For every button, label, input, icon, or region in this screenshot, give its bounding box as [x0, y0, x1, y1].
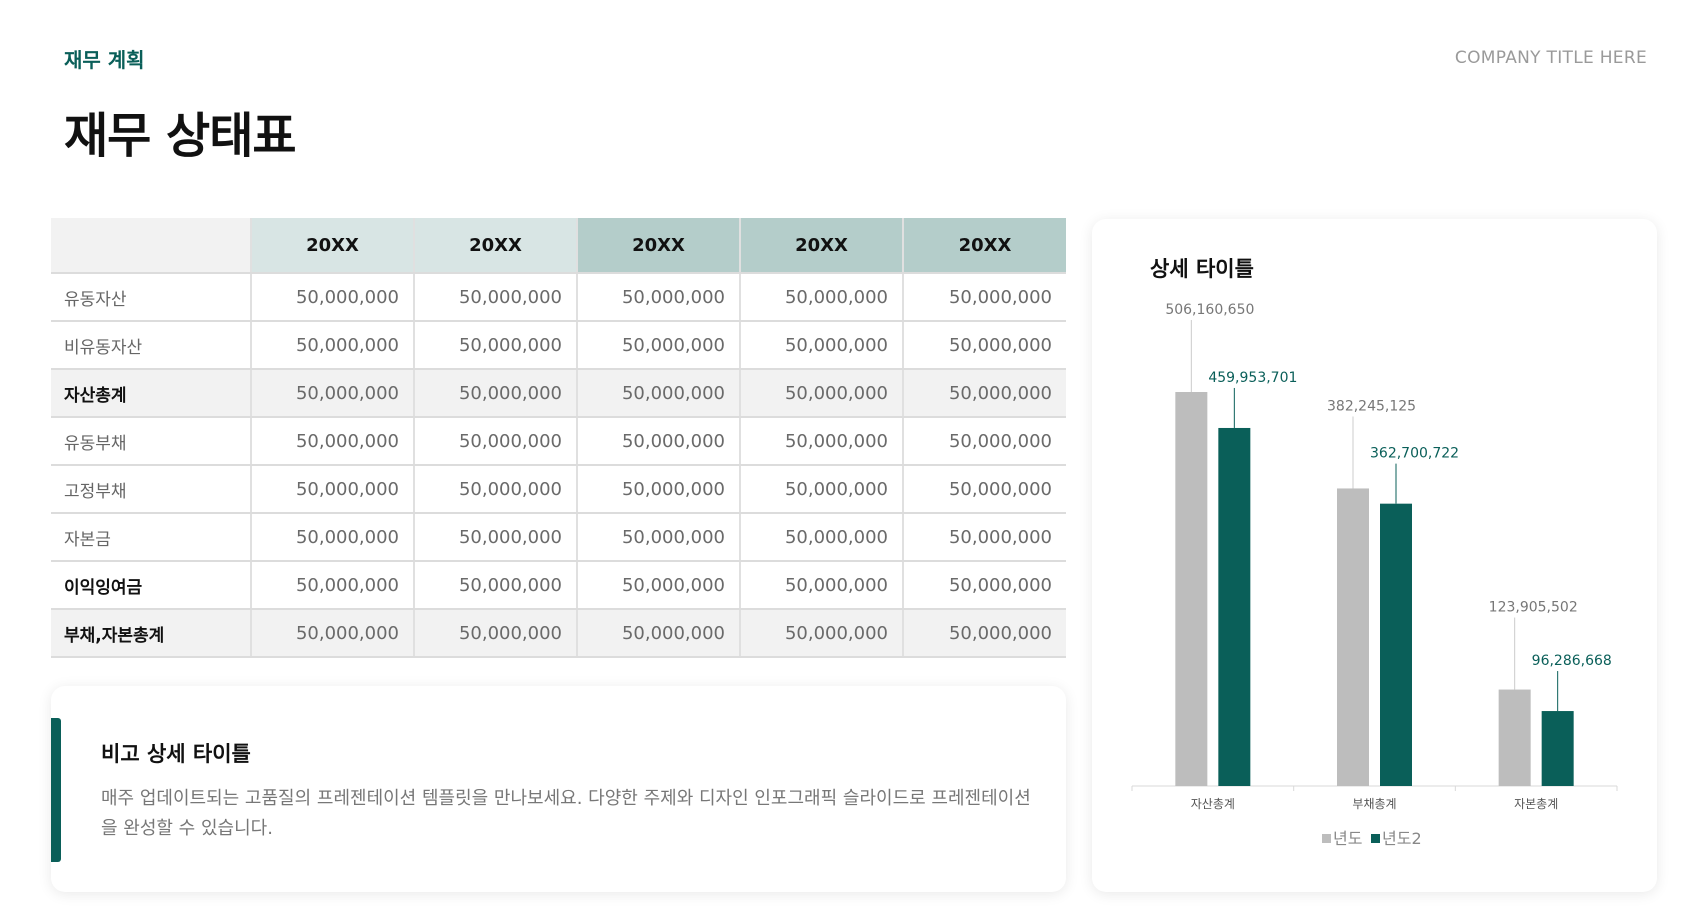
legend-swatch: [1371, 834, 1380, 843]
section-label: 재무 계획: [64, 48, 145, 72]
page-title: 재무 상태표: [64, 108, 297, 164]
row-label: 이익잉여금: [51, 561, 252, 610]
table-cell: 50,000,000: [740, 465, 904, 514]
table-cell: 50,000,000: [903, 369, 1066, 418]
table-header-year: 20XX: [903, 218, 1066, 274]
table-cell: 50,000,000: [577, 609, 741, 658]
financial-table: 20XX 20XX 20XX 20XX 20XX 유동자산 50,000,000…: [51, 218, 1066, 658]
table-cell: 50,000,000: [903, 561, 1066, 610]
table-row: 이익잉여금 50,000,000 50,000,000 50,000,000 5…: [51, 561, 1066, 610]
table-cell: 50,000,000: [251, 609, 415, 658]
table-row: 고정부채 50,000,000 50,000,000 50,000,000 50…: [51, 465, 1066, 514]
data-label: 96,286,668: [1532, 653, 1612, 669]
table-cell: 50,000,000: [740, 513, 904, 562]
bar: [1380, 503, 1412, 786]
table-cell: 50,000,000: [740, 369, 904, 418]
row-label: 비유동자산: [51, 321, 252, 370]
category-label: 자산총계: [1191, 797, 1235, 811]
table-row-total: 부채,자본총계 50,000,000 50,000,000 50,000,000…: [51, 609, 1066, 658]
table-header-row: 20XX 20XX 20XX 20XX 20XX: [51, 218, 1066, 274]
table-row-total: 자산총계 50,000,000 50,000,000 50,000,000 50…: [51, 369, 1066, 418]
row-label: 부채,자본총계: [51, 609, 252, 658]
table-cell: 50,000,000: [414, 417, 578, 466]
row-label: 자본금: [51, 513, 252, 562]
bar: [1337, 488, 1369, 786]
table-cell: 50,000,000: [903, 609, 1066, 658]
legend-swatch: [1322, 834, 1331, 843]
table-cell: 50,000,000: [903, 321, 1066, 370]
bar: [1541, 711, 1574, 786]
table-cell: 50,000,000: [577, 561, 741, 610]
table-cell: 50,000,000: [577, 513, 741, 562]
bar: [1498, 689, 1531, 786]
chart-card: 상세 타이틀 506,160,650 459,953,701 자산총계 382,245…: [1092, 219, 1657, 892]
table-cell: 50,000,000: [577, 369, 741, 418]
table-cell: 50,000,000: [577, 321, 741, 370]
table-cell: 50,000,000: [251, 369, 415, 418]
data-label: 506,160,650: [1165, 302, 1254, 318]
table-header-blank: [51, 218, 252, 274]
data-label: 382,245,125: [1327, 398, 1416, 414]
table-cell: 50,000,000: [414, 513, 578, 562]
table-header-year: 20XX: [414, 218, 578, 274]
data-label: 362,700,722: [1370, 446, 1459, 462]
row-label: 유동부채: [51, 417, 252, 466]
table-cell: 50,000,000: [903, 273, 1066, 322]
table-cell: 50,000,000: [740, 321, 904, 370]
row-label: 자산총계: [51, 369, 252, 418]
category-label: 자본총계: [1514, 797, 1558, 811]
legend-label: 년도: [1333, 829, 1362, 848]
data-label: 123,905,502: [1489, 600, 1578, 616]
table-header-year: 20XX: [577, 218, 741, 274]
table-header-year: 20XX: [740, 218, 904, 274]
bar-chart: 506,160,650 459,953,701 자산총계 382,245,125 362…: [1131, 302, 1618, 848]
table-row: 비유동자산 50,000,000 50,000,000 50,000,000 5…: [51, 321, 1066, 370]
category-label: 부채총계: [1352, 797, 1396, 811]
table-cell: 50,000,000: [414, 465, 578, 514]
table-cell: 50,000,000: [740, 273, 904, 322]
table-header-year: 20XX: [251, 218, 415, 274]
table-cell: 50,000,000: [414, 273, 578, 322]
data-label: 459,953,701: [1208, 370, 1297, 386]
table-row: 유동부채 50,000,000 50,000,000 50,000,000 50…: [51, 417, 1066, 466]
table-cell: 50,000,000: [740, 609, 904, 658]
legend-label: 년도2: [1382, 829, 1422, 848]
table-cell: 50,000,000: [251, 465, 415, 514]
table-cell: 50,000,000: [577, 273, 741, 322]
bar: [1218, 427, 1251, 786]
bar: [1175, 392, 1208, 786]
table-cell: 50,000,000: [903, 417, 1066, 466]
remark-card: 비고 상세 타이틀 매주 업데이트되는 고품질의 프레젠테이션 템플릿을 만나보…: [51, 686, 1066, 892]
table-cell: 50,000,000: [251, 513, 415, 562]
table-cell: 50,000,000: [414, 609, 578, 658]
remark-accent-bar: [51, 718, 61, 862]
table-cell: 50,000,000: [903, 465, 1066, 514]
table-cell: 50,000,000: [577, 417, 741, 466]
remark-title: 비고 상세 타이틀: [101, 742, 251, 766]
row-label: 고정부채: [51, 465, 252, 514]
remark-text: 매주 업데이트되는 고품질의 프레젠테이션 템플릿을 만나보세요. 다양한 주제…: [101, 788, 1031, 839]
table-row: 자본금 50,000,000 50,000,000 50,000,000 50,…: [51, 513, 1066, 562]
table-cell: 50,000,000: [414, 369, 578, 418]
table-cell: 50,000,000: [414, 561, 578, 610]
table-cell: 50,000,000: [251, 273, 415, 322]
table-cell: 50,000,000: [740, 417, 904, 466]
table-cell: 50,000,000: [740, 561, 904, 610]
table-cell: 50,000,000: [577, 465, 741, 514]
table-cell: 50,000,000: [251, 417, 415, 466]
table-cell: 50,000,000: [251, 561, 415, 610]
table-cell: 50,000,000: [251, 321, 415, 370]
table-cell: 50,000,000: [414, 321, 578, 370]
table-cell: 50,000,000: [903, 513, 1066, 562]
company-title: COMPANY TITLE HERE: [1454, 48, 1647, 68]
table-row: 유동자산 50,000,000 50,000,000 50,000,000 50…: [51, 273, 1066, 322]
row-label: 유동자산: [51, 273, 252, 322]
